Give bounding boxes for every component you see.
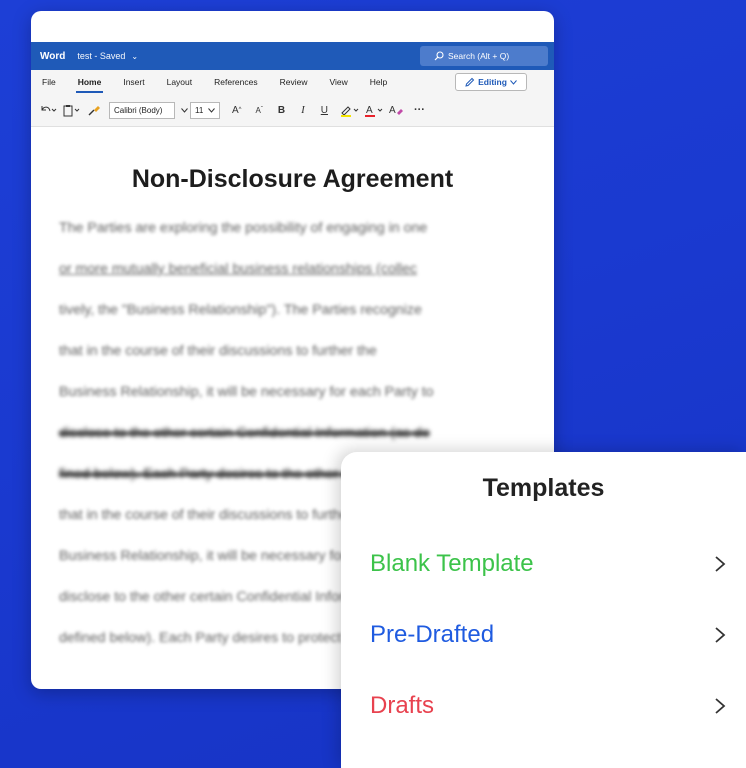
tab-help[interactable]: Help (370, 77, 387, 87)
font-name-dropdown-icon[interactable] (181, 107, 188, 113)
drafts-item[interactable]: Drafts (370, 686, 746, 726)
ribbon-toolbar: Calibri (Body) 11 A ^ Aˇ B I U A A ··· (31, 94, 554, 127)
chevron-down-icon (510, 79, 517, 85)
underline-button[interactable]: U (321, 105, 328, 116)
format-painter-button[interactable] (87, 104, 101, 117)
tab-file[interactable]: File (42, 77, 56, 87)
font-name-select[interactable]: Calibri (Body) (109, 101, 175, 119)
pre-drafted-item[interactable]: Pre-Drafted (370, 615, 746, 655)
document-line: or more mutually beneficial business rel… (59, 261, 418, 277)
tab-insert[interactable]: Insert (123, 77, 144, 87)
font-color-icon: A (364, 105, 383, 117)
clipboard-icon (63, 104, 80, 116)
document-line: The Parties are exploring the possibilit… (59, 220, 428, 236)
document-line: Business Relationship, it will be necess… (59, 384, 434, 400)
chevron-down-icon (208, 107, 215, 113)
paste-button[interactable] (63, 104, 83, 117)
font-color-button[interactable]: A (364, 104, 386, 117)
bold-button[interactable]: B (278, 105, 285, 116)
drafts-label: Drafts (370, 692, 435, 719)
svg-text:A: A (366, 105, 373, 116)
document-line: disclose to the other certain Confidenti… (59, 425, 430, 441)
grow-font-button[interactable]: A ^ (232, 105, 242, 116)
editing-label: Editing (478, 77, 507, 87)
undo-button[interactable] (39, 104, 57, 116)
format-painter-icon (88, 105, 100, 115)
more-options-button[interactable]: ··· (414, 104, 425, 116)
chevron-right-icon (715, 627, 726, 643)
tab-references[interactable]: References (214, 77, 257, 87)
chevron-down-icon[interactable]: ⌄ (131, 52, 138, 61)
document-line: that in the course of their discussions … (59, 507, 377, 523)
blank-template-item[interactable]: Blank Template (370, 544, 746, 584)
document-line: that in the course of their discussions … (59, 343, 377, 359)
font-size-value: 11 (195, 105, 204, 115)
search-icon (434, 51, 444, 61)
blank-template-label: Blank Template (370, 550, 534, 577)
search-box[interactable]: Search (Alt + Q) (420, 46, 548, 66)
shrink-font-button[interactable]: Aˇ (256, 106, 263, 115)
tab-layout[interactable]: Layout (167, 77, 193, 87)
pencil-icon (465, 77, 475, 87)
grow-font-label: A (232, 104, 239, 116)
italic-button[interactable]: I (301, 104, 305, 116)
highlighter-icon (340, 105, 359, 117)
document-line: tively, the "Business Relationship"). Th… (59, 302, 422, 318)
font-name-value: Calibri (Body) (114, 105, 163, 115)
chevron-right-icon (715, 556, 726, 572)
tab-review[interactable]: Review (280, 77, 308, 87)
document-name[interactable]: test - Saved (77, 51, 125, 61)
svg-text:A: A (389, 105, 396, 116)
search-placeholder: Search (Alt + Q) (448, 51, 510, 61)
clear-formatting-button[interactable]: A (388, 104, 404, 117)
undo-icon (41, 106, 57, 112)
font-size-select[interactable]: 11 (190, 101, 220, 119)
tab-home[interactable]: Home (75, 77, 103, 93)
pre-drafted-label: Pre-Drafted (370, 621, 495, 648)
highlight-button[interactable] (340, 104, 362, 117)
editing-mode-button[interactable]: Editing (455, 73, 527, 91)
templates-title: Templates (482, 474, 605, 502)
tab-view[interactable]: View (329, 77, 347, 87)
ribbon-tabs: File Home Insert Layout References Revie… (31, 70, 554, 94)
document-title: Non-Disclosure Agreement (131, 165, 454, 193)
chevron-right-icon (715, 698, 726, 714)
word-titlebar: Word test - Saved ⌄ Search (Alt + Q) (31, 42, 554, 70)
templates-panel: Templates Blank Template Pre-Drafted Dra… (341, 452, 746, 768)
app-name: Word (40, 50, 66, 62)
clear-formatting-icon: A (389, 105, 403, 116)
